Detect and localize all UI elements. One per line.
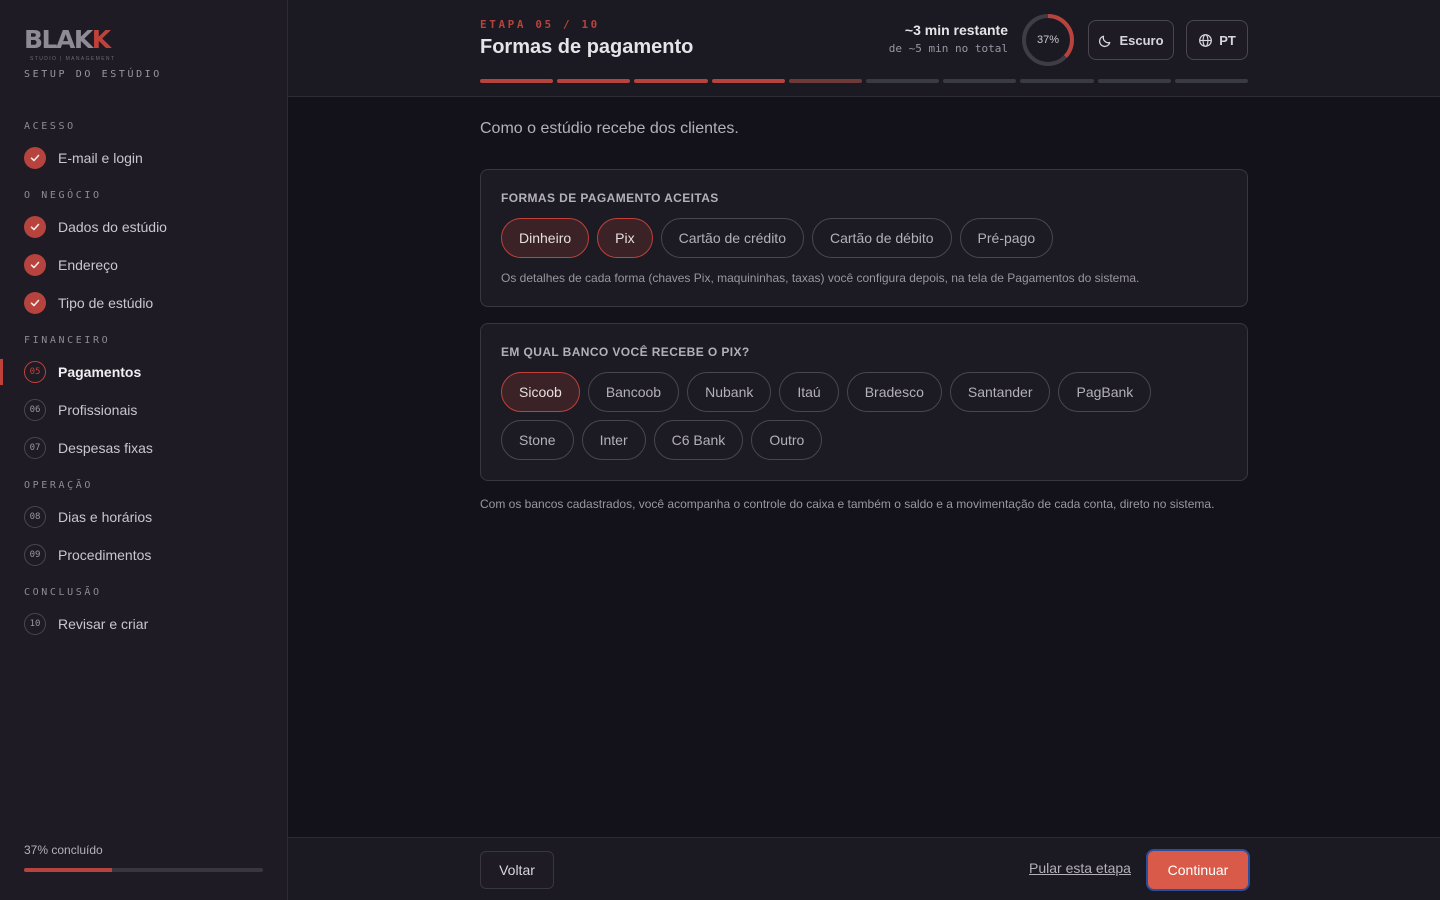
bank-option-outro[interactable]: Outro [751, 420, 823, 460]
sidebar-item-dias-horarios[interactable]: 08 Dias e horários [24, 504, 274, 530]
progress-label: 37% concluído [24, 843, 103, 857]
payment-methods-note: Os detalhes de cada forma (chaves Pix, m… [501, 271, 1140, 285]
page-title: Formas de pagamento [480, 36, 694, 58]
sidebar-item-email-login[interactable]: E-mail e login [24, 145, 274, 171]
pix-bank-title: EM QUAL BANCO VOCÊ RECEBE O PIX? [501, 345, 750, 359]
step-number-badge: 10 [24, 613, 46, 635]
pix-bank-card: EM QUAL BANCO VOCÊ RECEBE O PIX? Sicoob … [480, 323, 1248, 481]
skip-step-link[interactable]: Pular esta etapa [1029, 860, 1131, 876]
language-label: PT [1219, 32, 1236, 48]
sidebar-item-label: E-mail e login [58, 150, 143, 166]
banks-footnote: Com os bancos cadastrados, você acompanh… [480, 497, 1215, 511]
step-kicker: ETAPA 05 / 10 [480, 18, 600, 31]
sidebar-item-label: Revisar e criar [58, 616, 149, 632]
section-conclusao: CONCLUSÃO [24, 587, 102, 598]
step-number-badge: 09 [24, 544, 46, 566]
step-segment [634, 79, 708, 83]
payment-option-pix[interactable]: Pix [597, 218, 653, 258]
bank-option-nubank[interactable]: Nubank [687, 372, 772, 412]
sidebar-item-dados-estudio[interactable]: Dados do estúdio [24, 214, 274, 240]
section-financeiro: FINANCEIRO [24, 335, 111, 346]
payment-option-cartao-debito[interactable]: Cartão de débito [812, 218, 952, 258]
payment-option-pre-pago[interactable]: Pré-pago [959, 218, 1054, 258]
logo-text: BLAK [24, 25, 93, 54]
setup-label: SETUP DO ESTÚDIO [24, 69, 162, 80]
step-segment [480, 79, 554, 83]
bank-option-c6-bank[interactable]: C6 Bank [653, 420, 744, 460]
sidebar-item-label: Despesas fixas [58, 440, 153, 456]
globe-icon [1199, 33, 1213, 47]
pix-bank-options-row-2: Stone Inter C6 Bank Outro [501, 420, 823, 460]
progress-ring-percent: 37% [1036, 34, 1060, 46]
sidebar-item-revisar-criar[interactable]: 10 Revisar e criar [24, 611, 274, 637]
sidebar: BLAKK STUDIO | MANAGEMENT SETUP DO ESTÚD… [0, 0, 288, 900]
step-number-badge: 08 [24, 506, 46, 528]
step-segment [1097, 79, 1171, 83]
moon-icon [1099, 35, 1111, 47]
sidebar-item-label: Dados do estúdio [58, 219, 167, 235]
time-remaining: ~3 min restante [904, 22, 1008, 38]
sidebar-item-endereco[interactable]: Endereço [24, 252, 274, 278]
bank-option-inter[interactable]: Inter [581, 420, 646, 460]
step-segment [866, 79, 940, 83]
sidebar-item-profissionais[interactable]: 06 Profissionais [24, 397, 274, 423]
step-number-badge: 06 [24, 399, 46, 421]
sidebar-progress-bar [24, 868, 263, 872]
step-number-badge: 07 [24, 437, 46, 459]
bank-option-itau[interactable]: Itaú [779, 372, 839, 412]
step-segment [557, 79, 631, 83]
sidebar-item-procedimentos[interactable]: 09 Procedimentos [24, 542, 274, 568]
sidebar-item-label: Profissionais [58, 402, 138, 418]
sidebar-item-label: Tipo de estúdio [58, 295, 154, 311]
payment-methods-options: Dinheiro Pix Cartão de crédito Cartão de… [501, 218, 1054, 258]
step-segment [711, 79, 785, 83]
check-icon [24, 147, 46, 169]
logo: BLAKK STUDIO | MANAGEMENT [24, 25, 116, 63]
step-number-badge: 05 [24, 361, 46, 383]
sidebar-item-despesas-fixas[interactable]: 07 Despesas fixas [24, 435, 274, 461]
bank-option-santander[interactable]: Santander [949, 372, 1051, 412]
step-segment [943, 79, 1017, 83]
step-segment [1174, 79, 1249, 83]
sidebar-item-tipo-estudio[interactable]: Tipo de estúdio [24, 290, 274, 316]
logo-accent: K [91, 25, 111, 54]
payment-option-dinheiro[interactable]: Dinheiro [501, 218, 590, 258]
payment-methods-card: FORMAS DE PAGAMENTO ACEITAS Dinheiro Pix… [480, 169, 1248, 307]
bank-option-pagbank[interactable]: PagBank [1058, 372, 1152, 412]
sidebar-item-label: Procedimentos [58, 547, 152, 563]
pix-bank-options-row-1: Sicoob Bancoob Nubank Itaú Bradesco Sant… [501, 372, 1152, 412]
check-icon [24, 216, 46, 238]
step-segment [788, 79, 863, 83]
header: ETAPA 05 / 10 Formas de pagamento ~3 min… [288, 0, 1440, 97]
theme-toggle-label: Escuro [1119, 32, 1164, 48]
language-button[interactable]: PT [1186, 20, 1248, 60]
footer: Voltar Pular esta etapa Continuar [288, 837, 1440, 900]
continue-button[interactable]: Continuar [1148, 851, 1248, 889]
section-operacao: OPERAÇÃO [24, 480, 93, 491]
theme-toggle-button[interactable]: Escuro [1088, 20, 1174, 60]
step-progress-segments [480, 79, 1249, 83]
check-icon [24, 254, 46, 276]
sidebar-item-label: Endereço [58, 257, 118, 273]
bank-option-sicoob[interactable]: Sicoob [501, 372, 580, 412]
step-segment [1020, 79, 1094, 83]
section-negocio: O NEGÓCIO [24, 190, 102, 201]
sidebar-item-pagamentos[interactable]: 05 Pagamentos [24, 359, 274, 385]
section-acesso: ACESSO [24, 121, 76, 132]
check-icon [24, 292, 46, 314]
payment-option-cartao-credito[interactable]: Cartão de crédito [660, 218, 804, 258]
bank-option-stone[interactable]: Stone [501, 420, 574, 460]
intro-text: Como o estúdio recebe dos clientes. [480, 120, 739, 137]
time-estimate: ~3 min restante de ~5 min no total [889, 22, 1008, 55]
logo-tagline: STUDIO | MANAGEMENT [30, 56, 116, 62]
back-button[interactable]: Voltar [480, 851, 554, 889]
active-indicator [0, 359, 3, 385]
time-total: de ~5 min no total [888, 42, 1008, 55]
sidebar-progress-fill [24, 868, 113, 872]
sidebar-item-label: Pagamentos [58, 364, 142, 380]
bank-option-bradesco[interactable]: Bradesco [846, 372, 942, 412]
sidebar-item-label: Dias e horários [58, 509, 153, 525]
payment-methods-title: FORMAS DE PAGAMENTO ACEITAS [501, 191, 719, 205]
bank-option-bancoob[interactable]: Bancoob [587, 372, 680, 412]
